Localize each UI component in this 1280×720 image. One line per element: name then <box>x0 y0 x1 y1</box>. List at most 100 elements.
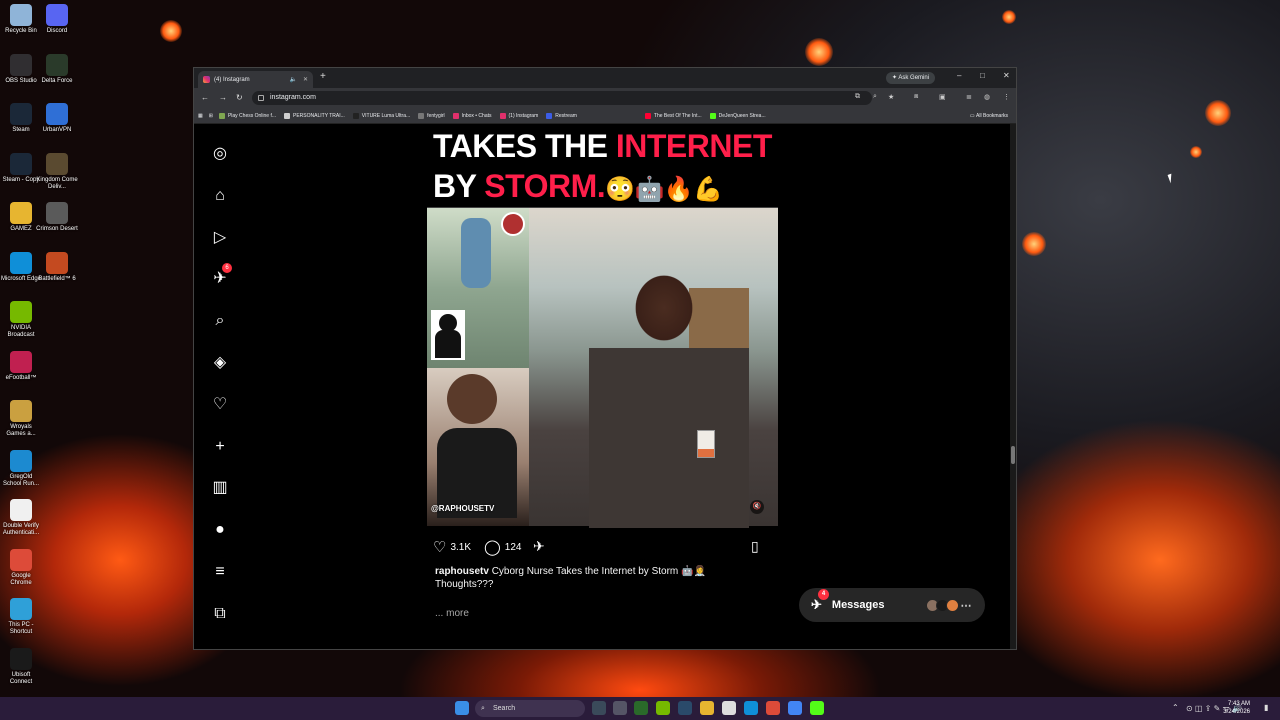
bookmark-item[interactable]: DeJenQueen Strea... <box>709 112 766 119</box>
bookmark-item[interactable]: PERSONALITY TRAI... <box>284 112 345 119</box>
bookmark-label: DeJenQueen Strea... <box>718 112 766 119</box>
maximize-button[interactable]: □ <box>980 71 985 80</box>
mute-icon[interactable]: 🔇 <box>750 500 764 514</box>
shortcut-label: Delta Force <box>41 77 73 84</box>
desktop-shortcut[interactable]: Double Verify Authenticati... <box>0 499 42 537</box>
caption-more-link[interactable]: ... more <box>435 608 469 619</box>
create-plus-icon[interactable]: + <box>210 437 230 457</box>
all-bookmarks-label: All Bookmarks <box>976 112 1008 119</box>
shortcut-icon <box>10 202 32 224</box>
tab-close-icon[interactable]: ✕ <box>303 76 308 83</box>
id-badge <box>697 430 715 458</box>
cast-icon[interactable]: ⧉ <box>855 93 860 101</box>
shortcut-icon <box>46 4 68 26</box>
address-bar[interactable]: instagram.com <box>252 91 872 105</box>
instagram-logo-icon[interactable]: ◎ <box>210 144 230 164</box>
desktop-shortcut[interactable]: Ubisoft Connect <box>0 647 42 686</box>
tab-instagram[interactable]: (4) Instagram 🔈 ✕ <box>198 71 313 88</box>
forward-arrow-icon[interactable]: → <box>219 93 227 102</box>
desktop-shortcut[interactable]: Battlefield™ 6 <box>36 251 78 283</box>
desktop-shortcut[interactable]: Kingdom Come Deliv... <box>36 152 78 191</box>
apps-grid-icon[interactable]: ⊞ <box>209 113 213 119</box>
taskbar-app-icon[interactable] <box>678 701 692 715</box>
messages-send-icon: ✈ 4 <box>811 589 829 613</box>
comment-button[interactable]: ◯ 124 <box>484 538 521 556</box>
profile-avatar-icon[interactable]: ● <box>210 520 230 540</box>
settings-gear-icon[interactable] <box>613 701 627 715</box>
chrome-icon[interactable] <box>766 701 780 715</box>
sidepanel-icon[interactable]: ▣ <box>939 93 946 101</box>
desktop-shortcut[interactable]: Delta Force <box>36 53 78 85</box>
bookmark-item[interactable]: Inbox • Chats <box>452 112 492 119</box>
start-windows-icon[interactable] <box>455 701 469 715</box>
tray-chevron-icon[interactable]: ⌃ <box>1172 703 1179 712</box>
calculator-icon[interactable] <box>722 701 736 715</box>
like-button[interactable]: ♡ 3.1K <box>433 538 471 556</box>
file-explorer-icon[interactable] <box>700 701 714 715</box>
notification-icon[interactable]: ▮ <box>1264 703 1268 712</box>
extensions-icon[interactable]: ⧈ <box>914 93 918 101</box>
zoom-icon[interactable]: ⌕ <box>873 93 877 101</box>
all-bookmarks[interactable]: ▭ All Bookmarks <box>970 113 1008 119</box>
desktop-shortcut[interactable]: This PC - Shortcut <box>0 598 42 636</box>
desktop-shortcut[interactable]: GregOld School Run... <box>0 449 42 488</box>
headline-red-2: STORM. <box>484 168 606 204</box>
nvidia-icon[interactable] <box>656 701 670 715</box>
reel-video[interactable]: 🔇 @RAPHOUSETV <box>427 208 778 528</box>
taskbar-clock[interactable]: 7:43 AM 3/24/2026 <box>1223 700 1250 716</box>
ask-gemini-button[interactable]: ✦ Ask Gemini <box>886 72 936 84</box>
minimize-button[interactable]: – <box>957 71 961 80</box>
new-tab-button[interactable]: + <box>320 71 326 82</box>
also-from-meta-icon[interactable]: ⧉ <box>210 604 230 624</box>
desktop-shortcut[interactable]: NVIDIA Broadcast <box>0 301 42 339</box>
bookmark-favicon-icon <box>418 112 425 119</box>
tab-title: (4) Instagram <box>214 76 250 83</box>
messages-badge: 4 <box>818 589 829 600</box>
explore-icon[interactable]: ◈ <box>210 353 230 373</box>
bookmark-item[interactable]: The Best Of The Int... <box>644 112 702 119</box>
desktop-shortcut[interactable]: eFootball™ <box>0 350 42 382</box>
share-icon[interactable]: ✈ <box>533 538 545 555</box>
comment-count: 124 <box>504 541 522 553</box>
more-menu-icon[interactable]: ≡ <box>210 562 230 582</box>
profile-icon[interactable]: ◍ <box>984 93 990 101</box>
desktop-shortcut[interactable]: Google Chrome <box>0 548 42 587</box>
tab-audio-icon[interactable]: 🔈 <box>289 76 296 83</box>
search-icon[interactable]: ⌕ <box>210 311 230 331</box>
reload-icon[interactable]: ↻ <box>236 93 243 102</box>
dashboard-icon[interactable]: ▥ <box>210 478 230 498</box>
kick-icon[interactable] <box>810 701 824 715</box>
reading-list-icon[interactable]: ▦ <box>198 113 203 119</box>
bookmark-star-icon[interactable]: ★ <box>888 93 894 101</box>
taskbar-search-placeholder: Search <box>493 705 516 712</box>
media-controls-icon[interactable]: ≣ <box>966 93 972 101</box>
scrollbar-thumb[interactable] <box>1011 446 1015 464</box>
taskbar-app-icon[interactable] <box>634 701 648 715</box>
reels-icon[interactable]: ▷ <box>210 228 230 248</box>
windows-taskbar: ⌕ Search ⌃ ⊙ ◫ ⇪ ✎ ᯤ 🔊 7:43 AM 3/24/2026… <box>0 697 1280 720</box>
taskbar-search[interactable]: ⌕ Search <box>475 700 585 717</box>
messages-button[interactable]: ✈ 4 Messages ⋯ <box>799 588 985 622</box>
task-view-icon[interactable] <box>592 701 606 715</box>
bookmark-item[interactable]: VITURE Luma Ultra... <box>352 112 410 119</box>
home-icon[interactable]: ⌂ <box>210 186 230 206</box>
bookmark-item[interactable]: Restream <box>546 112 577 119</box>
desktop-shortcut[interactable]: UrbanVPN <box>36 103 78 134</box>
bookmark-item[interactable]: fentygirl <box>418 112 445 119</box>
page-scrollbar[interactable] <box>1010 124 1016 649</box>
notifications-heart-icon[interactable]: ♡ <box>210 395 230 415</box>
bookmark-item[interactable]: Play Chess Online f... <box>218 112 276 119</box>
back-arrow-icon[interactable]: ← <box>201 93 209 102</box>
chrome-menu-icon[interactable]: ⋮ <box>1003 93 1010 101</box>
close-window-button[interactable]: ✕ <box>1003 71 1010 80</box>
desktop-shortcut[interactable]: Discord <box>36 4 78 35</box>
site-info-icon[interactable] <box>258 95 264 101</box>
caption-username[interactable]: raphousetv <box>435 566 489 577</box>
bookmark-favicon-icon <box>218 112 225 119</box>
chrome-active-icon[interactable] <box>788 701 802 715</box>
desktop-shortcut[interactable]: Crimson Desert <box>36 202 78 233</box>
edge-icon[interactable] <box>744 701 758 715</box>
desktop-shortcut[interactable]: Wroyals Games a... <box>0 400 42 438</box>
save-bookmark-icon[interactable]: ▯ <box>751 538 759 555</box>
bookmark-item[interactable]: (1) Instagram <box>499 112 538 119</box>
